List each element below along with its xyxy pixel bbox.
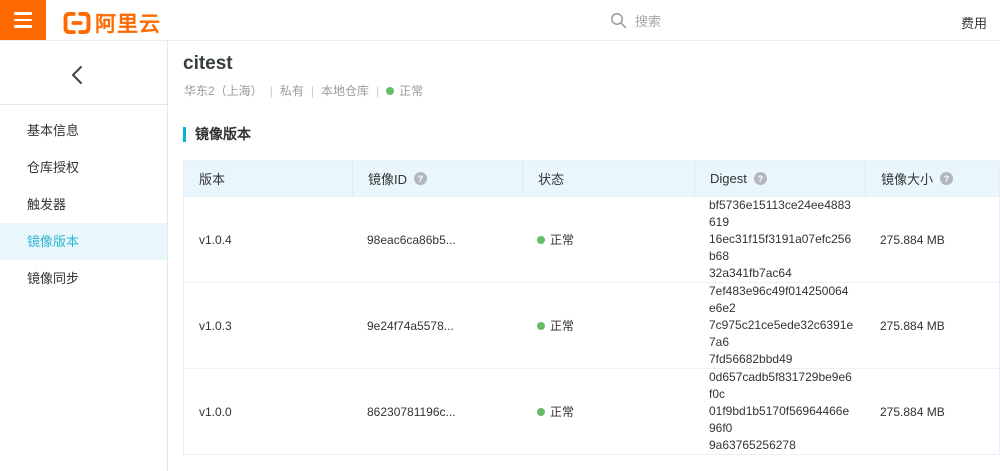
status-dot-icon (537, 235, 545, 244)
digest-cell: bf5736e15113ce24ee4883619 16ec31f15f3191… (709, 198, 852, 280)
digest-cell: 7ef483e96c49f014250064e6e2 7c975c21ce5ed… (709, 284, 854, 366)
table-row: v1.0.4 98eac6ca86b5... 正常 bf5736e15113ce… (184, 196, 999, 282)
column-header-status: 状态 (522, 161, 694, 196)
chevron-left-icon (72, 66, 82, 84)
table-row: v1.0.0 86230781196c... 正常 0d657cadb5f831… (184, 368, 999, 454)
sidebar-item-basic-info[interactable]: 基本信息 (0, 112, 167, 149)
table-header-row: 版本 镜像ID ? 状态 Digest ? 镜像大小 ? (184, 161, 999, 196)
help-icon[interactable]: ? (940, 172, 954, 185)
help-icon[interactable]: ? (414, 172, 428, 185)
aliyun-logo[interactable]: 阿里云 (62, 8, 161, 38)
column-header-digest: Digest ? (694, 161, 865, 196)
image-id-cell: 86230781196c... (367, 404, 456, 419)
section-title: 镜像版本 (183, 124, 251, 144)
help-icon[interactable]: ? (753, 172, 767, 185)
status-cell: 正常 (522, 231, 694, 248)
hamburger-icon (14, 12, 32, 15)
hamburger-menu-button[interactable] (0, 0, 46, 40)
column-header-version: 版本 (199, 172, 226, 187)
image-versions-table: 版本 镜像ID ? 状态 Digest ? 镜像大小 ? v1.0.4 98ea… (183, 160, 1000, 455)
sidebar-item-image-versions[interactable]: 镜像版本 (0, 223, 167, 260)
visibility-label: 私有 (279, 84, 304, 98)
column-header-image-size: 镜像大小 ? (865, 161, 999, 196)
main-content: 镜像版本 版本 镜像ID ? 状态 Digest ? 镜像大小 ? v1.0.4… (169, 105, 1000, 471)
sidebar-item-repo-authorization[interactable]: 仓库授权 (0, 149, 167, 186)
back-button[interactable] (70, 65, 88, 87)
table-row: v1.0.3 9e24f74a5578... 正常 7ef483e96c49f0… (184, 282, 999, 368)
sidebar-item-image-sync[interactable]: 镜像同步 (0, 260, 167, 297)
sidebar-menu: 基本信息 仓库授权 触发器 镜像版本 镜像同步 (0, 105, 167, 297)
search-placeholder: 搜索 (635, 14, 662, 29)
separator: | (310, 83, 314, 98)
accent-bar (183, 126, 186, 142)
status-cell: 正常 (522, 317, 694, 334)
image-id-cell: 9e24f74a5578... (367, 318, 454, 333)
status-cell: 正常 (522, 403, 694, 420)
region-label: 华东2（上海） (184, 84, 263, 98)
hamburger-icon (14, 18, 32, 22)
repo-type-label: 本地仓库 (320, 84, 369, 98)
top-bar: 阿里云 搜索 费用 (0, 0, 1000, 41)
separator: | (375, 83, 380, 98)
page-subtitle: 华东2（上海） | 私有 | 本地仓库 | 正常 (184, 82, 423, 99)
status-dot-icon (537, 321, 545, 330)
repo-status-label: 正常 (399, 84, 424, 98)
billing-link[interactable]: 费用 (961, 13, 987, 32)
digest-cell: 0d657cadb5f831729be9e6f0c 01f9bd1b5170f5… (709, 370, 852, 452)
sidebar-item-triggers[interactable]: 触发器 (0, 186, 167, 223)
global-search[interactable]: 搜索 (610, 11, 661, 30)
status-dot-icon (537, 407, 545, 416)
page-header: citest 华东2（上海） | 私有 | 本地仓库 | 正常 (169, 41, 1000, 105)
search-icon (611, 13, 627, 29)
hamburger-icon (14, 25, 32, 28)
size-cell: 275.884 MB (880, 318, 945, 333)
sidebar-back-area (0, 41, 167, 105)
version-cell: v1.0.0 (199, 404, 232, 419)
sidebar: 基本信息 仓库授权 触发器 镜像版本 镜像同步 (0, 41, 168, 471)
section-title-text: 镜像版本 (195, 126, 251, 142)
status-dot-icon (386, 86, 395, 95)
page-title: citest (183, 53, 233, 74)
version-cell: v1.0.3 (199, 318, 232, 333)
aliyun-logo-icon (63, 11, 91, 35)
column-header-image-id: 镜像ID ? (352, 161, 522, 196)
brand-name: 阿里云 (95, 13, 161, 36)
separator: | (269, 83, 273, 98)
image-id-cell: 98eac6ca86b5... (367, 232, 456, 247)
size-cell: 275.884 MB (880, 232, 945, 247)
size-cell: 275.884 MB (880, 404, 945, 419)
version-cell: v1.0.4 (199, 232, 232, 247)
